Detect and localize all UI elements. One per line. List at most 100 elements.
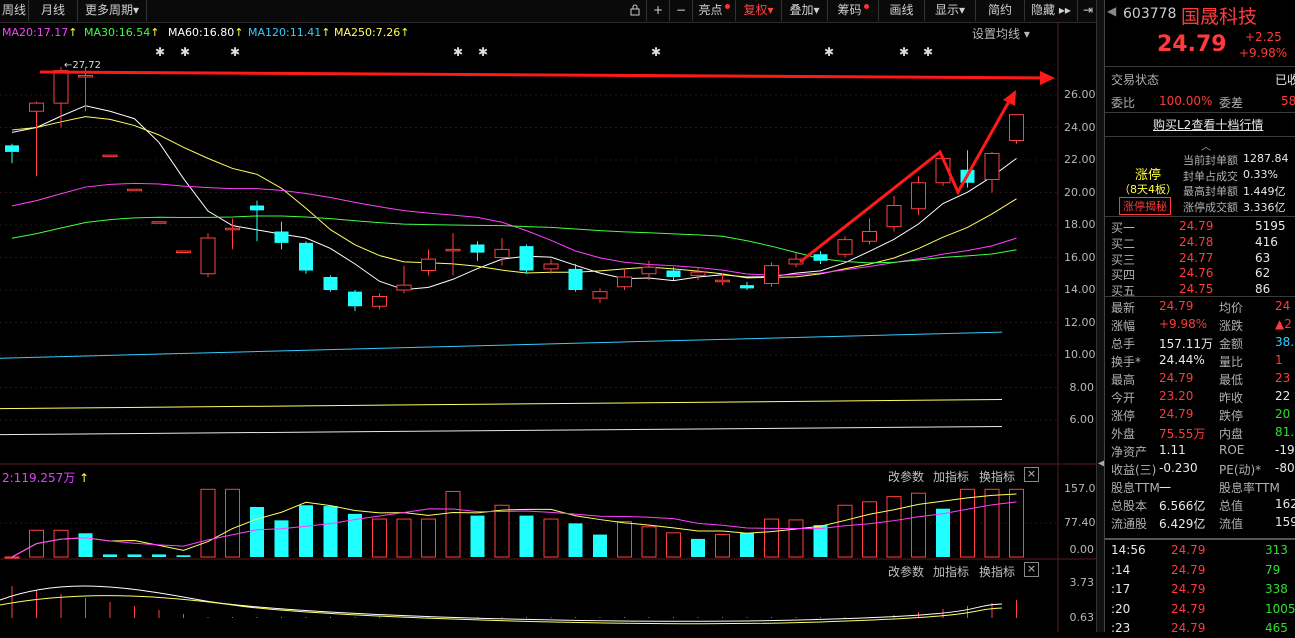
candle-body-down: [348, 291, 362, 307]
candle-body-down: [813, 254, 828, 261]
vol-add-indicator-button[interactable]: 加指标: [933, 468, 969, 485]
quote-stat-row: 最高 24.79 最低 23: [1111, 371, 1291, 387]
candle-body-down: [250, 205, 264, 211]
macd-add-indicator-button[interactable]: 加指标: [933, 563, 969, 580]
candle-body-down: [666, 270, 681, 277]
candle: [1009, 114, 1024, 144]
volume-bar-up: [543, 518, 559, 558]
volume-bar-down: [568, 523, 583, 557]
resistance-line: [39, 70, 1051, 80]
ma5-line: [11, 105, 1017, 291]
candle-body-up: [421, 258, 436, 271]
candle-body-up: [176, 250, 191, 253]
vol-change-indicator-button[interactable]: 换指标: [979, 468, 1015, 485]
candle-body-up: [78, 75, 93, 78]
candle-body-down: [740, 285, 754, 289]
candle: [617, 268, 632, 290]
bid-row: 买一 24.79 5195: [1111, 219, 1286, 235]
volume-bar-down: [740, 532, 754, 557]
candle: [568, 264, 583, 292]
candle: [299, 241, 313, 274]
candle: [127, 188, 142, 192]
limit-stat-row: 当前封单额 1287.84: [1183, 152, 1289, 167]
quote-stat-row: 涨停 24.79 跌停 20: [1111, 407, 1291, 423]
collapse-icon[interactable]: ◀: [1107, 4, 1116, 18]
event-marker-icon: ✱: [899, 45, 909, 59]
candle: [470, 241, 485, 261]
candle-body-up: [494, 248, 510, 258]
candle-body-up: [911, 182, 926, 210]
volume-bar-down: [936, 508, 950, 557]
volume-bar-up: [666, 532, 681, 558]
volume-bar-up: [886, 496, 902, 558]
tick-row: 14:56 24.79 313: [1111, 543, 1288, 557]
volume-bar-up: [421, 518, 436, 558]
high-price-marker: ←27.72: [64, 60, 102, 71]
limit-stat-row: 涨停成交额 3.336亿: [1183, 200, 1286, 214]
quote-panel: ◀ 603778 国晟科技 24.79 +2.25 +9.98% 交易状态 已收…: [1104, 0, 1295, 635]
candle: [764, 262, 779, 287]
candle-body-up: [445, 248, 461, 252]
tick-row: :20 24.79 1005: [1111, 601, 1295, 616]
candle: [250, 200, 264, 242]
volume-bar-down: [593, 534, 607, 557]
event-marker-icon: ✱: [155, 45, 165, 59]
price-axis-label: 16.00: [1064, 250, 1096, 264]
volume-bar-up: [641, 526, 657, 558]
candle-body-up: [592, 291, 608, 299]
volume-bar-down: [127, 554, 142, 557]
volume-bar-up: [494, 504, 510, 558]
volume-bar-down: [813, 525, 828, 557]
candle-body-down: [519, 246, 534, 271]
volume-bar-up: [764, 518, 779, 558]
stock-name[interactable]: 国晟科技: [1181, 2, 1257, 29]
volume-indicator-label: 2:119.257万 ↑: [2, 471, 90, 485]
close-icon[interactable]: ×: [1024, 467, 1039, 482]
limit-stat-row: 封单占成交 0.33%: [1183, 167, 1278, 183]
candle-body-up: [1009, 114, 1024, 141]
weibi-row: 委比 100.00% 委差 58: [1111, 94, 1295, 110]
candle: [837, 236, 853, 258]
event-marker-icon: ✱: [230, 45, 240, 59]
candle-body-down: [274, 231, 289, 243]
bid-row: 买四 24.76 62: [1111, 266, 1271, 283]
price-axis-label: 20.00: [1064, 185, 1096, 199]
candle: [984, 151, 1000, 193]
price-change-pct: +9.98%: [1239, 46, 1288, 60]
kline-chart[interactable]: ✱ ✱ ✱ ✱ ✱ ✱ ✱ ✱ ✱: [0, 0, 1096, 632]
price-axis-label: 6.00: [1069, 413, 1095, 426]
volume-bar-up: [225, 488, 240, 558]
macd-dif-line: [0, 585, 1003, 622]
price-axis-label: 22.00: [1064, 153, 1096, 166]
close-icon[interactable]: ×: [1024, 562, 1039, 577]
volume-bar-up: [372, 518, 387, 558]
volume-bar-up: [984, 488, 1000, 558]
chevron-up-icon[interactable]: ︿: [1201, 138, 1211, 153]
volume-bar-up: [53, 529, 69, 558]
ma250-line: [0, 399, 1003, 410]
bid-row: 买三 24.77 63: [1111, 250, 1271, 267]
ma-long-line: [0, 426, 1003, 436]
macd-change-indicator-button[interactable]: 换指标: [979, 563, 1015, 580]
candle: [519, 244, 534, 274]
candle-body-up: [53, 70, 69, 104]
macd-modify-params-button[interactable]: 改参数: [888, 563, 924, 580]
candle: [740, 281, 754, 290]
vol-modify-params-button[interactable]: 改参数: [888, 468, 924, 485]
volume-bar-down: [250, 506, 264, 557]
candle-body-up: [200, 237, 216, 275]
candle-body-up: [543, 263, 559, 270]
candle-body-up: [372, 296, 387, 307]
limit-stat-row: 最高封单额 1.449亿: [1183, 185, 1286, 198]
quote-stat-row: 总手157.11万金额38.1: [1111, 335, 1295, 351]
volume-bar-down: [299, 505, 313, 557]
volume-bar-up: [715, 534, 730, 558]
stock-code: 603778: [1123, 6, 1177, 22]
macd-axis-low: 0.63: [1069, 611, 1095, 624]
candle: [396, 265, 412, 294]
buy-l2-link[interactable]: 购买L2查看十档行情: [1105, 116, 1295, 133]
macd-dea-line: [0, 595, 1003, 625]
candle-body-down: [470, 244, 485, 253]
volume-bar-up: [911, 492, 926, 558]
candle-body-down: [568, 268, 583, 290]
